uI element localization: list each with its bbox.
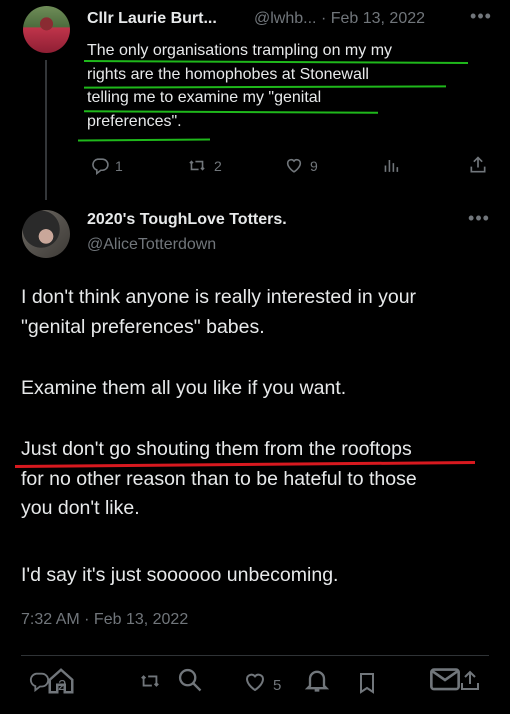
- tweet-text-line: rights are the homophobes at Stonewall: [87, 65, 369, 83]
- author-handle[interactable]: @AliceTotterdown: [87, 236, 216, 254]
- tweet-paragraph: Just don't go shouting them from the roo…: [21, 435, 491, 524]
- tweet-text-line: for no other reason than to be hateful t…: [21, 467, 417, 490]
- search-icon[interactable]: [176, 666, 204, 694]
- retweet-icon[interactable]: [186, 156, 208, 175]
- tweet-text-line: The only organisations trampling on my m…: [87, 42, 393, 59]
- messages-icon[interactable]: [429, 667, 461, 693]
- avatar[interactable]: [22, 210, 70, 258]
- like-count: 5: [273, 677, 282, 694]
- author-display-name[interactable]: Cllr Laurie Burt...: [87, 10, 217, 28]
- tweet-actions: 1 2 9: [87, 152, 492, 178]
- share-icon[interactable]: [468, 155, 488, 175]
- author-handle[interactable]: @lwhb...: [254, 10, 316, 27]
- like-icon[interactable]: [242, 670, 268, 694]
- tweet-paragraph: I'd say it's just soooooo unbecoming.: [21, 561, 491, 591]
- reply-icon[interactable]: [90, 156, 110, 175]
- tweet-paragraph: Examine them all you like if you want.: [21, 374, 491, 404]
- share-icon[interactable]: [458, 669, 482, 693]
- tweet-text-line: telling me to examine my "genital: [87, 89, 322, 106]
- divider: [21, 655, 489, 656]
- tweet-text-line: Examine them all you like if you want.: [21, 377, 347, 399]
- reply-count: 2: [58, 677, 67, 694]
- more-options-icon[interactable]: •••: [470, 6, 492, 26]
- like-count: 9: [310, 158, 318, 174]
- reply-count: 1: [115, 158, 123, 174]
- tweet-paragraph: I don't think anyone is really intereste…: [21, 283, 491, 342]
- like-icon[interactable]: [284, 156, 304, 175]
- tweet-text-line: you don't like.: [21, 497, 140, 519]
- tweet-timestamp[interactable]: 7:32 AM · Feb 13, 2022: [21, 611, 188, 629]
- avatar[interactable]: [23, 6, 70, 53]
- author-handle-and-date: @lwhb... · Feb 13, 2022: [254, 10, 425, 28]
- retweet-icon[interactable]: [137, 670, 163, 692]
- green-underline: [77, 138, 211, 142]
- tweet-text-line: Just don't go shouting them from the roo…: [21, 438, 412, 460]
- notifications-icon[interactable]: [303, 666, 331, 694]
- analytics-icon[interactable]: [381, 156, 401, 175]
- tweet-date[interactable]: · Feb 13, 2022: [321, 10, 425, 27]
- more-options-icon[interactable]: •••: [468, 208, 490, 228]
- tweet-text-line: I'd say it's just soooooo unbecoming.: [21, 564, 339, 586]
- retweet-count: 2: [214, 158, 222, 174]
- bookmark-icon[interactable]: [355, 670, 379, 696]
- author-display-name[interactable]: 2020's ToughLove Totters.: [87, 211, 287, 229]
- tweet-text-line: I don't think anyone is really intereste…: [21, 286, 417, 308]
- tweet-text-line: "genital preferences" babes.: [21, 315, 265, 338]
- thread-connector-line: [45, 60, 47, 200]
